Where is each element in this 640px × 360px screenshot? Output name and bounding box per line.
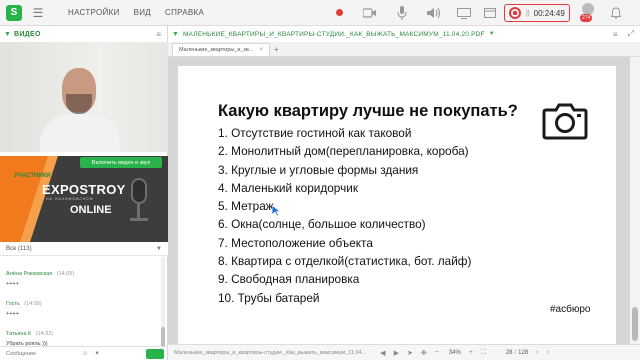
chat-input-bar: ☺ ▼ bbox=[0, 346, 168, 360]
zoom-level[interactable]: 34% bbox=[449, 350, 461, 356]
emoji-icon[interactable]: ☺ bbox=[82, 351, 88, 357]
chat-message: Алёна Рокковская (14:09) ++++ bbox=[0, 262, 160, 287]
notification-bell-icon[interactable] bbox=[608, 5, 624, 21]
recording-timer[interactable]: || 00:24:49 bbox=[504, 4, 570, 22]
document-panel-header[interactable]: ▼ МАЛЕНЬКИЕ_КВАРТИРЫ_И_КВАРТИРЫ-СТУДИИ._… bbox=[168, 26, 640, 42]
slide-list-item: 5. Метраж bbox=[218, 199, 274, 214]
microphone-toggle-icon[interactable] bbox=[394, 5, 410, 21]
chat-text: ++++ bbox=[6, 311, 19, 317]
camera-toggle-icon[interactable] bbox=[362, 5, 378, 21]
app-logo-icon: S bbox=[6, 4, 22, 21]
add-tab-icon[interactable]: + bbox=[274, 45, 279, 54]
enable-video-audio-button[interactable]: Включить видео и звук bbox=[80, 157, 162, 168]
send-message-button[interactable] bbox=[146, 348, 164, 359]
slide-list-item: 7. Местоположение объекта bbox=[218, 235, 373, 250]
slide-list-item: 9. Свободная планировка bbox=[218, 272, 360, 287]
video-panel-title: ВИДЕО bbox=[14, 30, 41, 38]
record-button-icon[interactable] bbox=[509, 7, 521, 19]
panel-options-icon[interactable]: ≡ bbox=[156, 30, 161, 39]
window-layout-icon[interactable] bbox=[482, 5, 498, 21]
screen-share-icon[interactable] bbox=[456, 5, 472, 21]
fullscreen-icon[interactable]: ⤢ bbox=[628, 29, 634, 39]
previous-page-icon[interactable]: ◀ bbox=[380, 349, 385, 357]
pointer-tool-icon[interactable]: ➤ bbox=[407, 349, 413, 357]
slide-title: Какую квартиру лучше не покупать? bbox=[218, 102, 518, 120]
slide-list-item: 4. Маленький коридорчик bbox=[218, 180, 359, 195]
panel-options-icon[interactable]: ≡ bbox=[613, 30, 618, 39]
slide-list-item: 6. Окна(солнце, большое количество) bbox=[218, 217, 426, 232]
camera-icon bbox=[542, 103, 588, 140]
document-viewer[interactable]: Какую квартиру лучше не покупать? 1. Отс… bbox=[168, 57, 630, 344]
menu-settings[interactable]: НАСТРОЙКИ bbox=[68, 8, 120, 17]
next-page-icon[interactable]: ▶ bbox=[394, 349, 399, 357]
footer-file-name: Маленькие_квартиры_и_квартиры-студии._Ка… bbox=[174, 349, 367, 356]
video-panel-header[interactable]: ▼ ВИДЕО ≡ bbox=[0, 26, 167, 42]
menu-view[interactable]: ВИД bbox=[134, 8, 151, 17]
slide-page: Какую квартиру лучше не покупать? 1. Отс… bbox=[178, 66, 616, 344]
document-tabs: Маленькие_квартиры_и_кв... × + bbox=[168, 42, 640, 57]
page-separator: / bbox=[514, 349, 517, 356]
promo-subtitle: НА НАХИМОВСКОМ bbox=[46, 197, 94, 201]
pause-icon[interactable]: || bbox=[526, 10, 530, 17]
slide-list-item: 8. Квартира с отделкой(статистика, бот. … bbox=[218, 254, 472, 269]
presenter-body bbox=[40, 114, 120, 152]
chevron-down-icon[interactable]: ▼ bbox=[156, 246, 162, 252]
current-page[interactable]: 28 bbox=[506, 350, 513, 356]
chat-time: (14:09) bbox=[24, 301, 42, 307]
chat-message: Гость (14:09) ++++ bbox=[0, 292, 160, 317]
document-footer: Маленькие_квартиры_и_квартиры-студии._Ка… bbox=[168, 344, 640, 360]
zoom-in-icon[interactable]: + bbox=[469, 349, 473, 356]
document-tab[interactable]: Маленькие_квартиры_и_кв... × bbox=[172, 43, 270, 56]
slide-list-item: 2. Монолитный дом(перепланировка, короба… bbox=[218, 144, 469, 159]
chat-author: Алёна Рокковская bbox=[6, 271, 53, 277]
mouse-cursor-icon bbox=[272, 205, 282, 217]
speaker-volume-icon[interactable] bbox=[426, 5, 442, 21]
participants-count: 274 bbox=[580, 14, 593, 22]
participants-panel-title: УЧАСТНИКИ bbox=[14, 173, 51, 179]
chat-author: Татьяна К bbox=[6, 331, 32, 337]
scrollbar-thumb[interactable] bbox=[632, 307, 638, 341]
chat-author: Гость bbox=[6, 301, 20, 307]
document-title: МАЛЕНЬКИЕ_КВАРТИРЫ_И_КВАРТИРЫ-СТУДИИ._КА… bbox=[182, 30, 485, 38]
slide-list-item: 3. Круглые и угловые формы здания bbox=[218, 162, 419, 177]
fit-page-icon[interactable]: ⛶ bbox=[481, 349, 486, 357]
presenter-video bbox=[0, 42, 168, 152]
expostroy-promo-banner: EXPOSTROY НА НАХИМОВСКОМ ONLINE bbox=[0, 156, 168, 242]
slide-list-item: 10. Трубы батарей bbox=[218, 290, 320, 305]
collapse-chevron-icon[interactable]: ▼ bbox=[172, 31, 179, 38]
menu-help[interactable]: СПРАВКА bbox=[165, 8, 204, 17]
timer-value: 00:24:49 bbox=[533, 8, 565, 18]
slide-list: 1. Отсутствие гостиной как таковой 2. Мо… bbox=[218, 124, 471, 307]
recording-indicator-icon bbox=[336, 9, 343, 16]
pan-tool-icon[interactable]: ✥ bbox=[421, 349, 427, 357]
chat-message: Татьяна К (14:32) Убрать рояль ))) bbox=[0, 322, 160, 347]
total-pages: 128 bbox=[518, 349, 529, 356]
left-sidebar: ▼ ВИДЕО ≡ EXPOSTROY НА НАХИМОВСКОМ ONLIN… bbox=[0, 26, 168, 360]
zoom-out-icon[interactable]: − bbox=[435, 349, 439, 356]
chat-time: (14:09) bbox=[56, 271, 75, 277]
chevron-down-icon[interactable]: ▼ bbox=[489, 31, 495, 37]
format-icon[interactable]: ▼ bbox=[94, 351, 100, 357]
next-page-icon[interactable]: › bbox=[547, 349, 549, 356]
document-tab-label: Маленькие_квартиры_и_кв... bbox=[179, 47, 254, 53]
chat-scrollbar[interactable] bbox=[161, 257, 165, 349]
chat-recipient-tab[interactable]: Все (113) ▼ bbox=[0, 242, 168, 256]
chat-time: (14:32) bbox=[35, 331, 54, 337]
chat-recipient-label: Все (113) bbox=[6, 245, 32, 252]
participants-count-badge[interactable]: 274 bbox=[580, 3, 596, 23]
chat-messages: Алёна Рокковская (14:09) ++++ Гость (14:… bbox=[0, 257, 160, 349]
chat-message-input[interactable] bbox=[6, 350, 76, 357]
previous-page-icon[interactable]: ‹ bbox=[536, 349, 538, 356]
promo-brand: EXPOSTROY bbox=[42, 182, 126, 197]
promo-online: ONLINE bbox=[70, 204, 112, 216]
collapse-chevron-icon[interactable]: ▼ bbox=[4, 31, 12, 38]
slide-list-item: 1. Отсутствие гостиной как таковой bbox=[218, 126, 412, 140]
participants-panel-header[interactable]: УЧАСТНИКИ bbox=[0, 172, 168, 182]
document-scrollbar[interactable] bbox=[630, 57, 640, 344]
hamburger-menu-icon[interactable]: ☰ bbox=[30, 5, 46, 21]
close-icon[interactable]: × bbox=[259, 47, 263, 53]
slide-hashtag: #асбюро bbox=[550, 304, 591, 315]
chat-text: ++++ bbox=[6, 281, 19, 287]
